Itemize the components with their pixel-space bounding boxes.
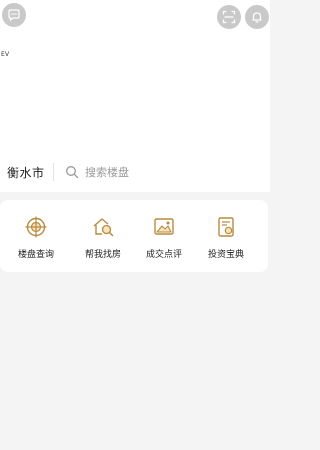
quick-link-label: 楼盘查询 [17,250,54,260]
scan-icon [222,10,236,24]
quick-link-investment-guide[interactable]: 投资宝典 [196,214,256,260]
image-review-icon [151,214,177,240]
scan-button[interactable] [217,5,241,29]
search-divider [53,163,54,181]
ev-label: EV [1,51,10,58]
notification-button[interactable] [245,5,269,29]
search-icon [65,165,79,179]
quick-links-panel: 楼盘查询 帮我找房 成交点评 投资宝典 [0,200,268,272]
bell-icon [252,12,262,23]
house-search-icon [90,214,116,240]
quick-link-find-house[interactable]: 帮我找房 [73,214,133,260]
search-bar: 衡水市 搜索楼盘 [0,152,270,192]
quick-link-building-search[interactable]: 楼盘查询 [6,214,66,260]
header-banner: EV [0,0,270,152]
quick-link-label: 投资宝典 [207,250,244,260]
quick-link-deal-review[interactable]: 成交点评 [134,214,194,260]
message-bubble-icon [8,9,20,22]
search-input[interactable]: 搜索楼盘 [85,164,129,180]
city-selector[interactable]: 衡水市 [7,164,51,181]
book-coin-icon [213,214,239,240]
message-button[interactable] [2,3,26,27]
quick-link-label: 帮我找房 [84,250,121,260]
quick-link-label: 成交点评 [145,250,182,260]
target-building-icon [23,214,49,240]
